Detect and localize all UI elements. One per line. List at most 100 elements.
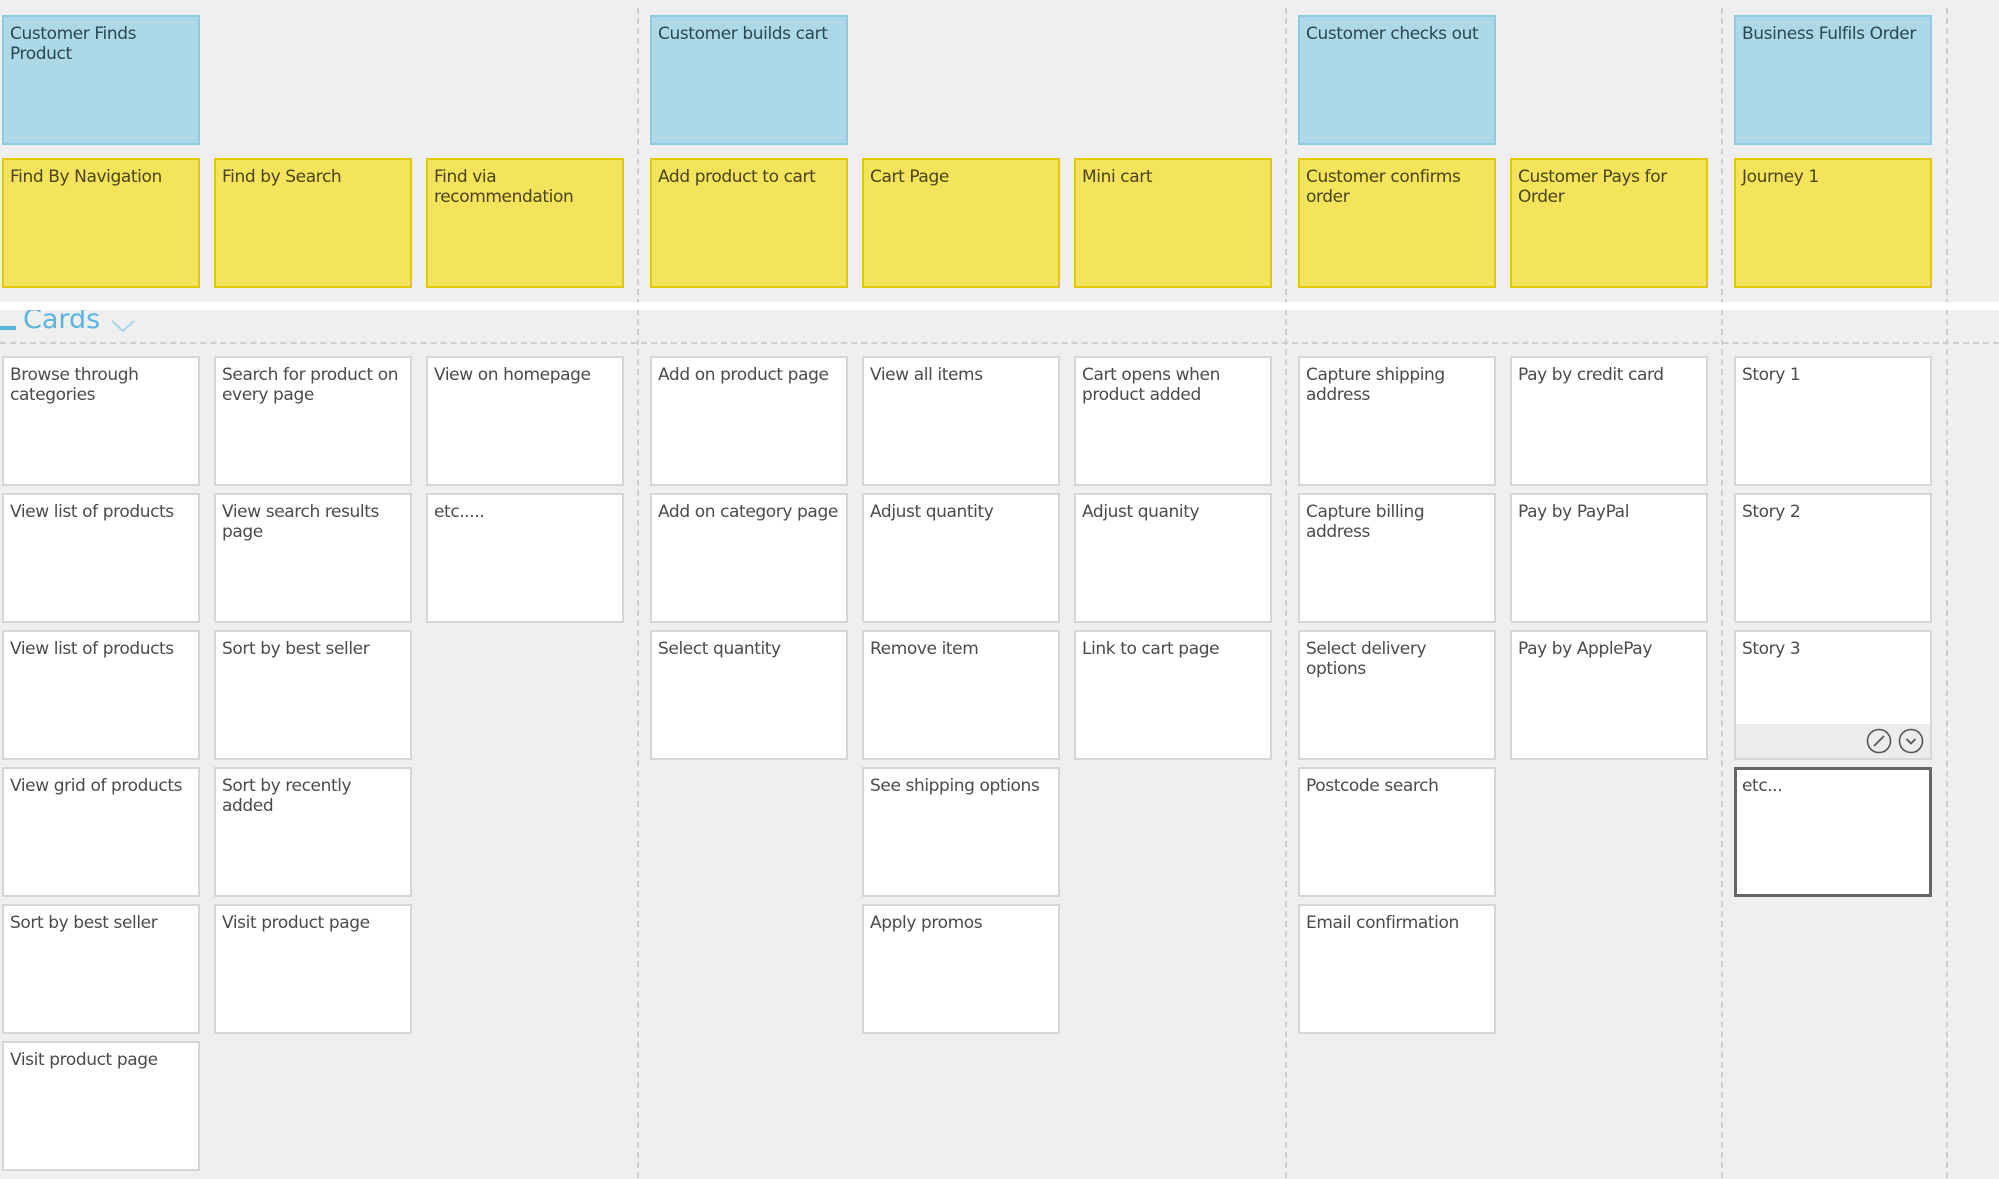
story-card-text: View search results page: [222, 502, 379, 542]
story-card-text: Story 1: [1742, 365, 1801, 385]
task-card-text: Find By Navigation: [10, 167, 162, 187]
task-card[interactable]: Customer confirms order: [1298, 158, 1496, 288]
task-card-text: Add product to cart: [658, 167, 816, 187]
story-card[interactable]: Adjust quantity: [862, 493, 1060, 623]
story-card-text: View list of products: [10, 502, 174, 522]
story-card[interactable]: Sort by recently added: [214, 767, 412, 897]
story-card[interactable]: Story 1: [1734, 356, 1932, 486]
story-card[interactable]: Pay by credit card: [1510, 356, 1708, 486]
story-card[interactable]: Browse through categories: [2, 356, 200, 486]
story-card-text: Apply promos: [870, 913, 983, 933]
story-card[interactable]: Story 2: [1734, 493, 1932, 623]
story-card-text: etc.....: [434, 502, 485, 522]
story-card-text: Pay by PayPal: [1518, 502, 1630, 522]
story-card-text: Cart opens when product added: [1082, 365, 1220, 405]
activity-card[interactable]: Customer Finds Product: [2, 15, 200, 145]
activity-card-text: Customer checks out: [1306, 24, 1479, 44]
story-card[interactable]: Add on category page: [650, 493, 848, 623]
story-card[interactable]: Cart opens when product added: [1074, 356, 1272, 486]
story-card-text: Select delivery options: [1306, 639, 1427, 679]
task-card[interactable]: Cart Page: [862, 158, 1060, 288]
story-card-text: Email confirmation: [1306, 913, 1459, 933]
task-card[interactable]: Customer Pays for Order: [1510, 158, 1708, 288]
edit-icon[interactable]: [1866, 728, 1892, 754]
task-card[interactable]: Mini cart: [1074, 158, 1272, 288]
story-card[interactable]: View list of products: [2, 630, 200, 760]
activity-card[interactable]: Business Fulfils Order: [1734, 15, 1932, 145]
release-divider: [0, 342, 1999, 344]
story-card[interactable]: Sort by best seller: [214, 630, 412, 760]
story-card-text: Sort by best seller: [10, 913, 158, 933]
story-card[interactable]: Sort by best seller: [2, 904, 200, 1034]
story-card[interactable]: See shipping options: [862, 767, 1060, 897]
task-card[interactable]: Journey 1: [1734, 158, 1932, 288]
story-card-text: View all items: [870, 365, 983, 385]
story-card[interactable]: Remove item: [862, 630, 1060, 760]
task-card[interactable]: Add product to cart: [650, 158, 848, 288]
story-card[interactable]: View grid of products: [2, 767, 200, 897]
story-card-text: Link to cart page: [1082, 639, 1220, 659]
story-card[interactable]: Visit product page: [2, 1041, 200, 1171]
activity-divider: [1285, 8, 1287, 1178]
story-card[interactable]: Select delivery options: [1298, 630, 1496, 760]
story-card[interactable]: View all items: [862, 356, 1060, 486]
story-map-board: Cards Customer Finds Product Find By Navi…: [0, 0, 1999, 1178]
activity-card-text: Customer Finds Product: [10, 24, 137, 64]
story-card-text: Visit product page: [222, 913, 370, 933]
story-card-text: Add on product page: [658, 365, 829, 385]
activity-divider: [1946, 8, 1948, 1178]
task-card-text: Find by Search: [222, 167, 342, 187]
activity-divider: [637, 8, 639, 1178]
story-card[interactable]: Link to cart page: [1074, 630, 1272, 760]
task-card[interactable]: Find by Search: [214, 158, 412, 288]
story-card[interactable]: Story 3: [1734, 630, 1932, 760]
task-card-text: Find via recommendation: [434, 167, 574, 207]
story-card[interactable]: Email confirmation: [1298, 904, 1496, 1034]
chevron-down-icon[interactable]: [1898, 728, 1924, 754]
backbone-separator: [0, 302, 1999, 310]
story-card[interactable]: Adjust quanity: [1074, 493, 1272, 623]
minus-icon[interactable]: [0, 326, 16, 330]
story-card[interactable]: Capture shipping address: [1298, 356, 1496, 486]
task-card-text: Cart Page: [870, 167, 949, 187]
story-card-text: Adjust quanity: [1082, 502, 1200, 522]
story-card[interactable]: Pay by PayPal: [1510, 493, 1708, 623]
story-card-text: Remove item: [870, 639, 979, 659]
story-card-text: Adjust quantity: [870, 502, 994, 522]
task-card[interactable]: Find By Navigation: [2, 158, 200, 288]
story-card[interactable]: Add on product page: [650, 356, 848, 486]
activity-divider: [1721, 8, 1723, 1178]
story-card[interactable]: View on homepage: [426, 356, 624, 486]
story-card-selected[interactable]: etc...: [1734, 767, 1932, 897]
story-card-text: See shipping options: [870, 776, 1040, 796]
story-card[interactable]: Apply promos: [862, 904, 1060, 1034]
story-card-text: Capture shipping address: [1306, 365, 1445, 405]
story-card-text: Pay by credit card: [1518, 365, 1664, 385]
task-card-text: Mini cart: [1082, 167, 1153, 187]
story-card[interactable]: etc.....: [426, 493, 624, 623]
activity-card-text: Business Fulfils Order: [1742, 24, 1916, 44]
story-card-text: Capture billing address: [1306, 502, 1425, 542]
chevron-down-icon[interactable]: [110, 318, 136, 334]
story-card[interactable]: View list of products: [2, 493, 200, 623]
story-card-text: Add on category page: [658, 502, 838, 522]
story-card-text: Select quantity: [658, 639, 781, 659]
activity-card-text: Customer builds cart: [658, 24, 828, 44]
story-card[interactable]: Capture billing address: [1298, 493, 1496, 623]
story-card[interactable]: Pay by ApplePay: [1510, 630, 1708, 760]
task-card-text: Journey 1: [1742, 167, 1819, 187]
story-card-text: View grid of products: [10, 776, 183, 796]
story-card-text: Sort by recently added: [222, 776, 352, 816]
story-card[interactable]: Visit product page: [214, 904, 412, 1034]
activity-card[interactable]: Customer checks out: [1298, 15, 1496, 145]
activity-card[interactable]: Customer builds cart: [650, 15, 848, 145]
story-card-text: Search for product on every page: [222, 365, 399, 405]
task-card-text: Customer Pays for Order: [1518, 167, 1667, 207]
story-card[interactable]: Search for product on every page: [214, 356, 412, 486]
story-card-text: Visit product page: [10, 1050, 158, 1070]
story-card[interactable]: Postcode search: [1298, 767, 1496, 897]
task-card[interactable]: Find via recommendation: [426, 158, 624, 288]
story-card[interactable]: Select quantity: [650, 630, 848, 760]
story-card-text: Story 2: [1742, 502, 1801, 522]
story-card[interactable]: View search results page: [214, 493, 412, 623]
